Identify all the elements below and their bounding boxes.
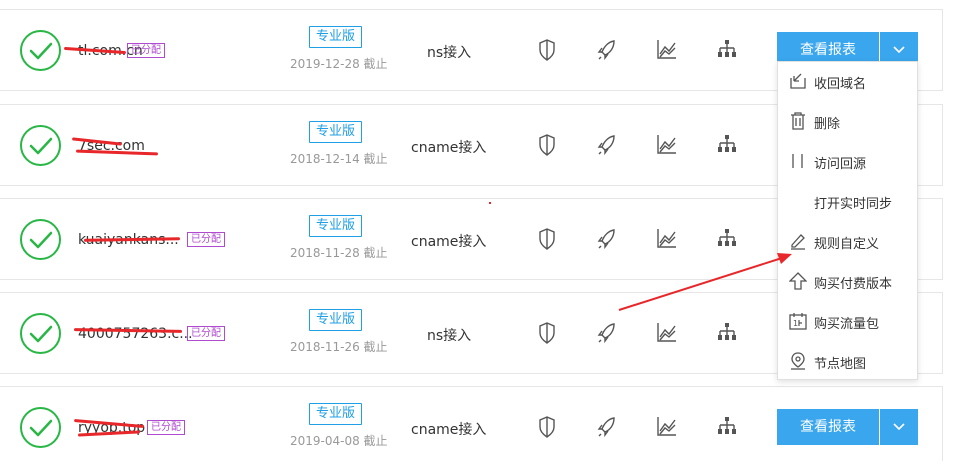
map-pin-icon (789, 352, 807, 370)
menu-item-label: 删除 (814, 117, 841, 132)
access-type: ns接入 (427, 45, 472, 61)
chart-icon[interactable] (657, 228, 677, 250)
menu-item-custom-rules[interactable]: 规则自定义 (778, 222, 917, 262)
edition-badge: 专业版 (309, 309, 363, 331)
more-actions-menu: 收回域名 删除 访问回源 打开实时同步 规则自定义 购买付费版本 1 购买流量包 (777, 61, 918, 380)
rocket-icon[interactable] (597, 39, 617, 61)
rocket-icon[interactable] (597, 322, 617, 344)
annotation-dot (489, 202, 491, 204)
menu-item-label: 节点地图 (814, 357, 867, 372)
check-circle-icon (20, 219, 61, 260)
access-type: cname接入 (411, 422, 487, 438)
expire-date: 2019-04-08 截止 (290, 434, 388, 448)
more-dropdown-button[interactable] (880, 409, 918, 445)
shield-icon[interactable] (538, 39, 558, 61)
edition-badge: 专业版 (309, 403, 363, 425)
retract-icon (789, 72, 807, 90)
menu-item-node-map[interactable]: 节点地图 (778, 342, 917, 382)
chart-icon[interactable] (657, 322, 677, 344)
menu-item-label: 收回域名 (814, 77, 867, 92)
menu-item-retract-domain[interactable]: 收回域名 (778, 62, 917, 102)
menu-item-label: 购买付费版本 (814, 277, 893, 292)
shield-icon[interactable] (538, 322, 558, 344)
check-circle-icon (20, 125, 61, 166)
expire-date: 2018-12-14 截止 (290, 152, 388, 166)
assigned-badge: 已分配 (147, 420, 185, 435)
assigned-badge: 已分配 (187, 326, 225, 341)
domain-row: ryyop.top 已分配 专业版 2019-04-08 截止 cname接入 … (0, 386, 943, 461)
check-circle-icon (20, 407, 61, 448)
menu-item-label: 规则自定义 (814, 237, 880, 252)
chevron-down-icon (893, 46, 905, 54)
shield-icon[interactable] (538, 134, 558, 156)
upgrade-icon (788, 272, 808, 290)
expire-date: 2019-12-28 截止 (290, 57, 388, 71)
rocket-icon[interactable] (597, 416, 617, 438)
menu-item-access-origin[interactable]: 访问回源 (778, 142, 917, 182)
check-circle-icon (20, 30, 61, 71)
origin-icon (789, 152, 807, 170)
traffic-pack-icon: 1 (789, 312, 807, 330)
menu-item-buy-traffic-pack[interactable]: 1 购买流量包 (778, 302, 917, 342)
assigned-badge: 已分配 (187, 232, 225, 247)
sitemap-icon[interactable] (717, 134, 737, 156)
edition-badge: 专业版 (309, 215, 363, 237)
rocket-icon[interactable] (597, 228, 617, 250)
view-report-button[interactable]: 查看报表 (777, 409, 879, 445)
menu-item-label: 购买流量包 (814, 317, 880, 332)
pencil-icon (789, 232, 807, 250)
menu-item-realtime-sync[interactable]: 打开实时同步 (778, 182, 917, 222)
chart-icon[interactable] (657, 134, 677, 156)
chart-icon[interactable] (657, 416, 677, 438)
expire-date: 2018-11-26 截止 (290, 340, 388, 354)
edition-badge: 专业版 (309, 121, 363, 143)
chevron-down-icon (893, 423, 905, 431)
expire-date: 2018-11-28 截止 (290, 246, 388, 260)
shield-icon[interactable] (538, 228, 558, 250)
check-circle-icon (20, 313, 61, 354)
sitemap-icon[interactable] (717, 322, 737, 344)
access-type: cname接入 (411, 234, 487, 250)
svg-text:1: 1 (793, 319, 798, 328)
menu-item-delete[interactable]: 删除 (778, 102, 917, 142)
rocket-icon[interactable] (597, 134, 617, 156)
menu-item-label: 打开实时同步 (814, 197, 893, 212)
assigned-badge: 已分配 (127, 43, 165, 58)
sitemap-icon[interactable] (717, 228, 737, 250)
access-type: ns接入 (427, 328, 472, 344)
menu-item-label: 访问回源 (814, 157, 867, 172)
access-type: cname接入 (411, 140, 487, 156)
trash-icon (789, 112, 807, 130)
sitemap-icon[interactable] (717, 416, 737, 438)
sitemap-icon[interactable] (717, 39, 737, 61)
redaction-mark (75, 149, 159, 156)
menu-item-buy-paid-version[interactable]: 购买付费版本 (778, 262, 917, 302)
chart-icon[interactable] (657, 39, 677, 61)
shield-icon[interactable] (538, 416, 558, 438)
edition-badge: 专业版 (309, 26, 363, 48)
